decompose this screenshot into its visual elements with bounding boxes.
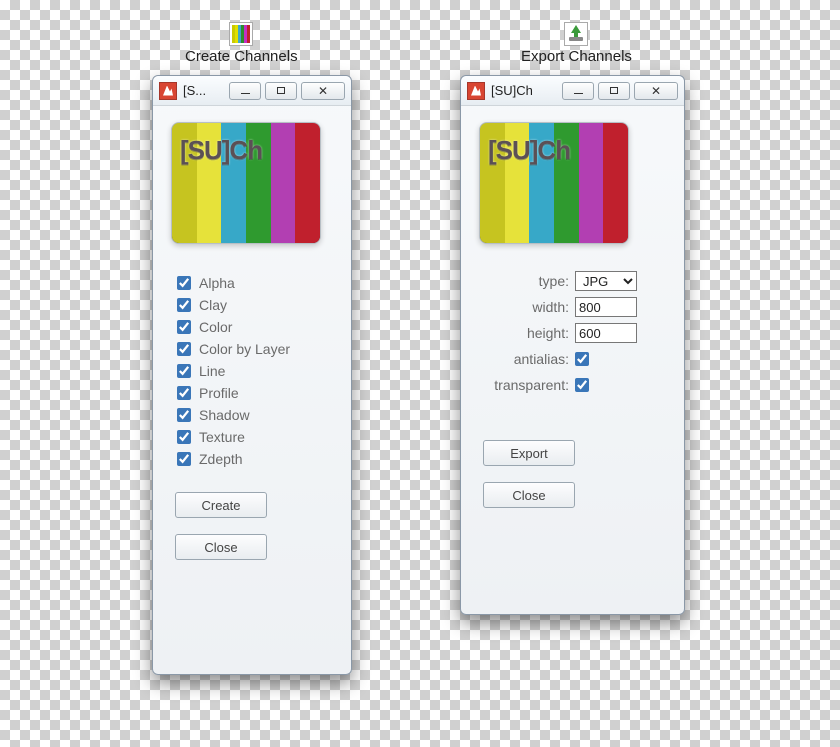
antialias-checkbox[interactable] [575, 352, 589, 366]
create-button[interactable]: Create [175, 492, 267, 518]
channel-checkbox[interactable] [177, 386, 191, 400]
channel-row: Color by Layer [177, 338, 337, 360]
titlebar[interactable]: [S... ✕ [153, 76, 351, 106]
export-channels-tool: Export Channels [521, 22, 632, 65]
window-close-button[interactable]: ✕ [301, 82, 345, 100]
channel-row: Clay [177, 294, 337, 316]
width-row: width: [475, 294, 670, 320]
antialias-label: antialias: [475, 351, 575, 367]
width-label: width: [475, 299, 575, 315]
transparent-row: transparent: [475, 372, 670, 398]
close-button[interactable]: Close [175, 534, 267, 560]
channel-row: Color [177, 316, 337, 338]
such-logo: [SU]Ch [479, 122, 629, 244]
maximize-button[interactable] [265, 82, 297, 100]
height-label: height: [475, 325, 575, 341]
antialias-row: antialias: [475, 346, 670, 372]
height-row: height: [475, 320, 670, 346]
channel-checkbox[interactable] [177, 430, 191, 444]
channel-label: Texture [199, 429, 245, 445]
channel-row: Zdepth [177, 448, 337, 470]
transparent-label: transparent: [475, 377, 575, 393]
channel-row: Shadow [177, 404, 337, 426]
channel-checkbox[interactable] [177, 276, 191, 290]
export-channels-window: [SU]Ch ✕ [SU]Ch type: JPG width: height: [460, 75, 685, 615]
maximize-button[interactable] [598, 82, 630, 100]
type-label: type: [475, 273, 575, 289]
channel-label: Color [199, 319, 232, 335]
close-button[interactable]: Close [483, 482, 575, 508]
channel-row: Alpha [177, 272, 337, 294]
transparent-checkbox[interactable] [575, 378, 589, 392]
channel-label: Profile [199, 385, 239, 401]
channel-label: Shadow [199, 407, 250, 423]
width-input[interactable] [575, 297, 637, 317]
window-title: [SU]Ch [491, 83, 533, 98]
channel-checkbox[interactable] [177, 320, 191, 334]
channel-row: Texture [177, 426, 337, 448]
channel-label: Clay [199, 297, 227, 313]
window-close-button[interactable]: ✕ [634, 82, 678, 100]
logo-text: [SU]Ch [180, 135, 262, 166]
channel-label: Zdepth [199, 451, 243, 467]
window-title: [S... [183, 83, 206, 98]
create-channels-tool: Create Channels [185, 22, 298, 65]
export-button[interactable]: Export [483, 440, 575, 466]
export-arrow-icon[interactable] [564, 22, 588, 46]
create-channels-label: Create Channels [185, 48, 298, 65]
channel-row: Profile [177, 382, 337, 404]
channel-row: Line [177, 360, 337, 382]
channel-checkbox[interactable] [177, 452, 191, 466]
channel-checkbox-list: Alpha Clay Color Color by Layer Line Profile S… [177, 272, 337, 470]
channel-checkbox[interactable] [177, 342, 191, 356]
minimize-button[interactable] [229, 82, 261, 100]
type-select[interactable]: JPG [575, 271, 637, 291]
channel-checkbox[interactable] [177, 364, 191, 378]
channel-label: Color by Layer [199, 341, 290, 357]
create-channels-window: [S... ✕ [SU]Ch Alpha Clay Color Color by La… [152, 75, 352, 675]
export-channels-label: Export Channels [521, 48, 632, 65]
channel-label: Alpha [199, 275, 235, 291]
such-logo: [SU]Ch [171, 122, 321, 244]
channel-label: Line [199, 363, 225, 379]
sketchup-icon [467, 82, 485, 100]
logo-text: [SU]Ch [488, 135, 570, 166]
height-input[interactable] [575, 323, 637, 343]
sketchup-icon [159, 82, 177, 100]
channel-checkbox[interactable] [177, 408, 191, 422]
color-bars-icon[interactable] [229, 22, 253, 46]
minimize-button[interactable] [562, 82, 594, 100]
channel-checkbox[interactable] [177, 298, 191, 312]
titlebar[interactable]: [SU]Ch ✕ [461, 76, 684, 106]
type-row: type: JPG [475, 268, 670, 294]
